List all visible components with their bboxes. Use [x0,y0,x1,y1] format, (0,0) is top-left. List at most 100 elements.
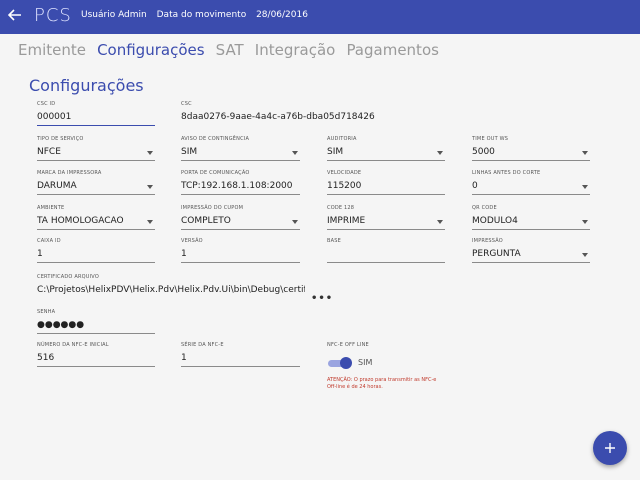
toggle-knob [340,357,352,369]
add-button[interactable] [593,431,627,465]
caixa-id-label: Caixa ID [37,238,61,244]
tab-configuracoes[interactable]: Configurações [97,41,204,59]
velocidade-label: Velocidade [327,170,362,176]
chevron-down-icon [147,151,153,155]
nfce-offline-field: NFC-e off line [327,342,445,350]
numero-nfce-inicial-input[interactable]: 516 [37,353,155,367]
back-arrow-icon[interactable] [7,7,26,25]
serie-nfce-field: Série da NFC-e 1 [181,342,300,367]
chevron-down-icon [582,253,588,257]
linhas-antes-corte-value: 0 [472,181,478,191]
certificado-label: Certificado arquivo [37,274,99,280]
impressao-select[interactable]: PERGUNTA [472,249,590,263]
qr-code-select[interactable]: MODULO4 [472,216,590,230]
tipo-servico-field: Tipo de serviço NFCE [37,136,155,161]
numero-nfce-inicial-field: Número da NFC-e inicial 516 [37,342,155,367]
linhas-antes-corte-select[interactable]: 0 [472,181,590,195]
app-logo: PCS [34,5,72,26]
csc-id-input[interactable]: 000001 [37,112,155,126]
velocidade-input[interactable]: 115200 [327,181,445,195]
tipo-servico-label: Tipo de serviço [37,136,84,142]
aviso-contingencia-select[interactable]: SIM [181,147,300,161]
impressao-cupom-field: Impressão do cupom COMPLETO [181,205,300,230]
ambiente-field: Ambiente TA HOMOLOGACAO [37,205,155,230]
nfce-offline-label: NFC-e off line [327,342,369,348]
offline-warning-text: ATENÇÃO: O prazo para transmitir as NFC-… [327,377,437,390]
velocidade-field: Velocidade 115200 [327,170,445,195]
chevron-down-icon [582,151,588,155]
numero-nfce-inicial-label: Número da NFC-e inicial [37,342,109,348]
impressao-cupom-select[interactable]: COMPLETO [181,216,300,230]
caixa-id-input[interactable]: 1 [37,249,155,263]
chevron-down-icon [437,151,443,155]
caixa-id-field: Caixa ID 1 [37,238,155,263]
user-name: Usuário Admin [81,10,147,20]
porta-comunicacao-label: Porta de comunicação [181,170,250,176]
base-label: Base [327,238,341,244]
auditoria-field: Auditoria SIM [327,136,445,161]
impressao-cupom-value: COMPLETO [181,216,231,226]
csc-input[interactable]: 8daa0276-9aae-4a4c-a76b-dba05d718426 [181,112,441,126]
date-value: 28/06/2016 [256,10,308,20]
qr-code-label: QR Code [472,205,497,211]
csc-id-label: CSC ID [37,101,56,107]
plus-icon [605,443,615,453]
senha-label: Senha [37,309,56,315]
auditoria-label: Auditoria [327,136,357,142]
tab-integracao[interactable]: Integração [255,41,336,59]
code-128-field: Code 128 IMPRIME [327,205,445,230]
serie-nfce-label: Série da NFC-e [181,342,224,348]
qr-code-value: MODULO4 [472,216,518,226]
time-out-ws-select[interactable]: 5000 [472,147,590,161]
chevron-down-icon [582,185,588,189]
porta-comunicacao-input[interactable]: TCP:192.168.1.108:2000 [181,181,300,195]
tab-emitente[interactable]: Emitente [18,41,86,59]
base-field: Base [327,238,445,263]
tipo-servico-value: NFCE [37,147,61,157]
impressao-field: Impressão PERGUNTA [472,238,590,263]
aviso-contingencia-field: Aviso de contingência SIM [181,136,300,161]
chevron-down-icon [147,185,153,189]
tab-bar: Emitente Configurações SAT Integração Pa… [18,40,445,62]
header-info: Usuário Admin Data do movimento 28/06/20… [81,10,315,20]
chevron-down-icon [292,151,298,155]
time-out-ws-label: Time out WS [472,136,509,142]
certificado-field: Certificado arquivo C:\Projetos\HelixPDV… [37,274,305,299]
tab-sat[interactable]: SAT [216,41,244,59]
impressao-value: PERGUNTA [472,249,521,259]
base-input[interactable] [327,249,445,263]
auditoria-value: SIM [327,147,344,157]
senha-field: Senha ●●●●●● [37,309,155,334]
impressao-label: Impressão [472,238,503,244]
page-title: Configurações [29,76,144,95]
tab-pagamentos[interactable]: Pagamentos [346,41,439,59]
ambiente-select[interactable]: TA HOMOLOGACAO [37,216,155,230]
chevron-down-icon [582,220,588,224]
serie-nfce-input[interactable]: 1 [181,353,300,367]
auditoria-select[interactable]: SIM [327,147,445,161]
certificado-input[interactable]: C:\Projetos\HelixPDV\Helix.Pdv\Helix.Pdv… [37,285,305,299]
tipo-servico-select[interactable]: NFCE [37,147,155,161]
nfce-offline-toggle[interactable] [328,357,354,369]
impressao-cupom-label: Impressão do cupom [181,205,244,211]
nfce-offline-value: SIM [358,358,373,367]
time-out-ws-value: 5000 [472,147,495,157]
browse-file-button[interactable]: ••• [311,293,333,304]
date-label: Data do movimento [156,10,247,20]
ambiente-label: Ambiente [37,205,65,211]
linhas-antes-corte-field: Linhas antes do corte 0 [472,170,590,195]
marca-impressora-select[interactable]: DARUMA [37,181,155,195]
csc-label: CSC [181,101,192,107]
marca-impressora-field: Marca da impressora DARUMA [37,170,155,195]
csc-id-field: CSC ID 000001 [37,101,155,126]
marca-impressora-label: Marca da impressora [37,170,102,176]
linhas-antes-corte-label: Linhas antes do corte [472,170,541,176]
time-out-ws-field: Time out WS 5000 [472,136,590,161]
marca-impressora-value: DARUMA [37,181,77,191]
versao-field: Versão 1 [181,238,300,263]
versao-input[interactable]: 1 [181,249,300,263]
senha-input[interactable]: ●●●●●● [37,320,155,334]
versao-label: Versão [181,238,203,244]
code-128-select[interactable]: IMPRIME [327,216,445,230]
qr-code-field: QR Code MODULO4 [472,205,590,230]
